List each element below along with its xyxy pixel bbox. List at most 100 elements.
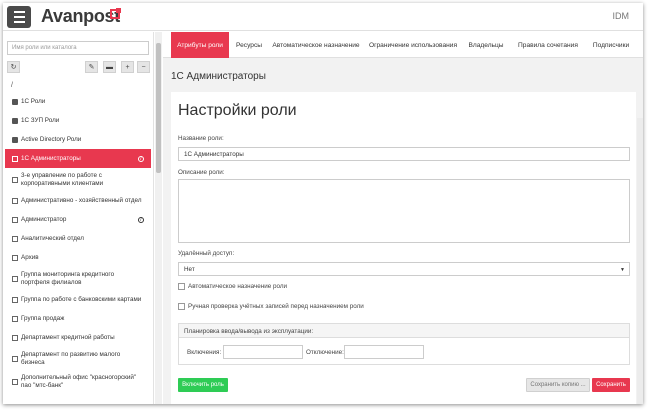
tree-item[interactable]: Администратор / — [5, 210, 151, 229]
tree-item-label: Департамент кредитной работы — [21, 333, 115, 341]
file-icon — [12, 176, 18, 183]
tab-subscribers[interactable]: Подписчики — [587, 32, 635, 58]
folder-icon — [12, 98, 18, 105]
tree-item-label: Дополнительный офис "красногорский" пао … — [21, 374, 137, 389]
description-field[interactable] — [178, 179, 630, 243]
tab-auto-assign[interactable]: Автоматическое назначение — [271, 32, 361, 58]
tree-item-label: Аналитический отдел — [21, 234, 84, 242]
tree-item-selected[interactable]: 1С Администраторы / — [5, 149, 151, 168]
tree-item-label: 3-е управление по работе с корпоративным… — [21, 172, 104, 187]
name-field[interactable]: 1С Администраторы — [178, 147, 630, 161]
tree-item-label: 1С Роли — [21, 97, 46, 105]
manual-check-checkbox[interactable]: Ручная проверка учётных записей перед на… — [178, 303, 364, 310]
tree-item[interactable]: 3-е управление по работе с корпоративным… — [5, 168, 151, 191]
tab-resources[interactable]: Ресурсы — [231, 32, 267, 58]
blocked-icon: / — [138, 155, 144, 162]
folder-icon — [12, 136, 18, 143]
tree-item[interactable]: Группа продаж — [5, 309, 151, 328]
enable-date-input[interactable] — [223, 345, 303, 359]
page-title: 1С Администраторы — [171, 71, 266, 82]
tree-item[interactable]: Архив — [5, 248, 151, 267]
main-content: Атрибуты роли Ресурсы Автоматическое наз… — [163, 32, 643, 404]
tree-item[interactable]: Группа мониторинга кредитного портфеля ф… — [5, 267, 151, 290]
main-scrollbar[interactable] — [637, 118, 643, 404]
tab-usage-limits[interactable]: Ограничение использования — [367, 32, 459, 58]
file-icon — [12, 315, 18, 322]
tree-item[interactable]: Административно - хозяйственный отдел — [5, 191, 151, 210]
role-settings-card: Настройки роли Название роли: 1С Админис… — [171, 92, 636, 404]
remote-access-select[interactable]: Нет ▼ — [178, 262, 630, 276]
edit-icon[interactable]: ✎ — [85, 61, 98, 73]
file-icon — [12, 216, 18, 223]
tab-bar: Атрибуты роли Ресурсы Автоматическое наз… — [163, 32, 643, 58]
logo: Avanpost — [41, 6, 120, 26]
manual-check-label: Ручная проверка учётных записей перед на… — [188, 303, 364, 310]
name-label: Название роли: — [178, 135, 224, 142]
app-window: Avanpost IDM Имя роли или каталога ↻ ✎ ▬… — [3, 3, 643, 404]
checkbox-icon — [178, 283, 185, 290]
tab-attributes[interactable]: Атрибуты роли — [171, 32, 229, 58]
tree-item[interactable]: Департамент кредитной работы — [5, 328, 151, 347]
menu-icon[interactable] — [7, 6, 31, 28]
top-bar: Avanpost IDM — [3, 3, 643, 31]
checkbox-icon — [178, 303, 185, 310]
folder-icon — [12, 117, 18, 124]
tree-item-label: 1С ЗУП Роли — [21, 116, 60, 124]
decommission-panel: Планировка ввода/вывода из эксплуатации:… — [178, 323, 630, 365]
tab-combination-rules[interactable]: Правила сочетания — [515, 32, 581, 58]
remote-access-value: Нет — [184, 266, 195, 273]
sidebar-toolbar: ↻ ✎ ▬ + − — [7, 61, 150, 73]
file-icon — [12, 254, 18, 261]
enable-role-button[interactable]: Включить роль — [178, 378, 228, 392]
auto-assign-label: Автоматическое назначение роли — [188, 283, 288, 290]
logo-mark-icon — [110, 8, 121, 19]
auto-assign-checkbox[interactable]: Автоматическое назначение роли — [178, 283, 287, 290]
tree-item-label: Администратор — [21, 215, 67, 223]
tree-item[interactable]: Департамент по развитию малого бизнеса — [5, 347, 151, 370]
description-label: Описание роли: — [178, 169, 225, 176]
search-input[interactable]: Имя роли или каталога — [7, 41, 149, 55]
disable-label: Отключение: — [306, 349, 344, 356]
tree-item[interactable]: Дополнительный офис "красногорский" пао … — [5, 370, 151, 393]
tree-item[interactable]: Аналитический отдел — [5, 229, 151, 248]
file-icon — [12, 296, 18, 303]
tab-owners[interactable]: Владельцы — [465, 32, 507, 58]
file-icon — [12, 197, 18, 204]
caret-down-icon: ▼ — [620, 267, 625, 273]
tree-item[interactable]: Группа по работе с банковскими картами — [5, 290, 151, 309]
tree-item-label: Группа продаж — [21, 314, 65, 322]
file-icon — [12, 235, 18, 242]
sidebar-scroll-thumb[interactable] — [156, 43, 161, 173]
tree-item-label: Административно - хозяйственный отдел — [21, 196, 142, 204]
tree-item-label: Группа мониторинга кредитного портфеля ф… — [21, 271, 115, 286]
blocked-icon: / — [138, 216, 144, 223]
file-icon — [12, 334, 18, 341]
add-icon[interactable]: + — [121, 61, 134, 73]
file-icon — [12, 378, 18, 385]
tree-item-label: Архив — [21, 253, 39, 261]
file-icon — [12, 155, 18, 162]
file-icon — [12, 275, 18, 282]
remove-icon[interactable]: − — [137, 61, 150, 73]
role-tree: 1С Роли 1С ЗУП Роли Active Directory Рол… — [5, 92, 151, 393]
tree-item-label: Active Directory Роли — [21, 135, 82, 143]
refresh-icon[interactable]: ↻ — [7, 61, 20, 73]
tree-item[interactable]: 1С Роли — [5, 92, 151, 111]
enable-label: Включения: — [187, 349, 222, 356]
tree-root[interactable]: / — [11, 82, 13, 89]
file-icon — [12, 355, 18, 362]
tree-item-label: Группа по работе с банковскими картами — [21, 295, 142, 303]
remote-access-label: Удалённый доступ: — [178, 250, 235, 257]
product-label: IDM — [612, 11, 630, 21]
tree-item[interactable]: Active Directory Роли — [5, 130, 151, 149]
tree-item[interactable]: 1С ЗУП Роли — [5, 111, 151, 130]
save-copy-button[interactable]: Сохранить копию ... — [526, 378, 590, 392]
card-title: Настройки роли — [178, 102, 297, 119]
save-button[interactable]: Сохранить — [592, 378, 630, 392]
disable-date-input[interactable] — [344, 345, 424, 359]
sidebar: Имя роли или каталога ↻ ✎ ▬ + − / 1С Рол… — [3, 32, 154, 404]
tree-item-label: 1С Администраторы — [21, 154, 81, 162]
tree-item-label: Департамент по развитию малого бизнеса — [21, 351, 121, 366]
folder-icon[interactable]: ▬ — [103, 61, 116, 73]
panel-title: Планировка ввода/вывода из эксплуатации: — [179, 324, 629, 338]
